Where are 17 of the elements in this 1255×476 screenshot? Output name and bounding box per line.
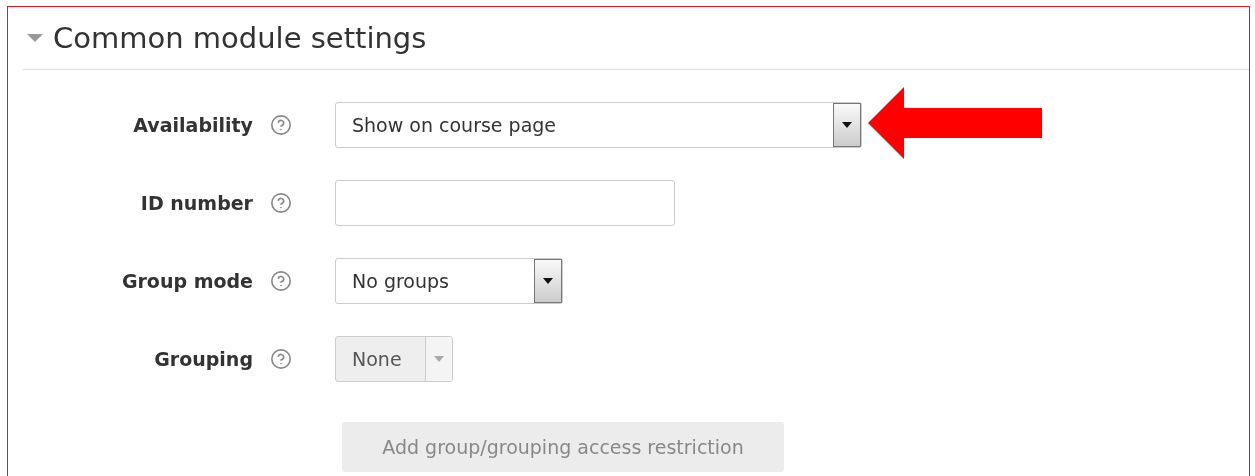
section-title[interactable]: Common module settings <box>53 21 427 55</box>
dropdown-caret-icon <box>434 356 444 362</box>
field-label: ID number <box>140 192 253 214</box>
collapse-caret-icon[interactable] <box>27 33 43 43</box>
dropdown[interactable]: Show on course page <box>335 102 862 148</box>
text-field[interactable] <box>335 180 675 226</box>
dropdown[interactable]: No groups <box>335 258 563 304</box>
help-icon[interactable] <box>270 348 292 370</box>
arrow-icon <box>868 87 1042 159</box>
field-label: Grouping <box>154 348 253 370</box>
field-label: Availability <box>133 114 253 136</box>
dropdown-caret-icon <box>842 122 852 128</box>
help-icon[interactable] <box>270 114 292 136</box>
help-icon[interactable] <box>270 192 292 214</box>
dropdown-caret-icon <box>543 278 553 284</box>
help-icon[interactable] <box>270 270 292 292</box>
field-label: Group mode <box>121 270 253 292</box>
